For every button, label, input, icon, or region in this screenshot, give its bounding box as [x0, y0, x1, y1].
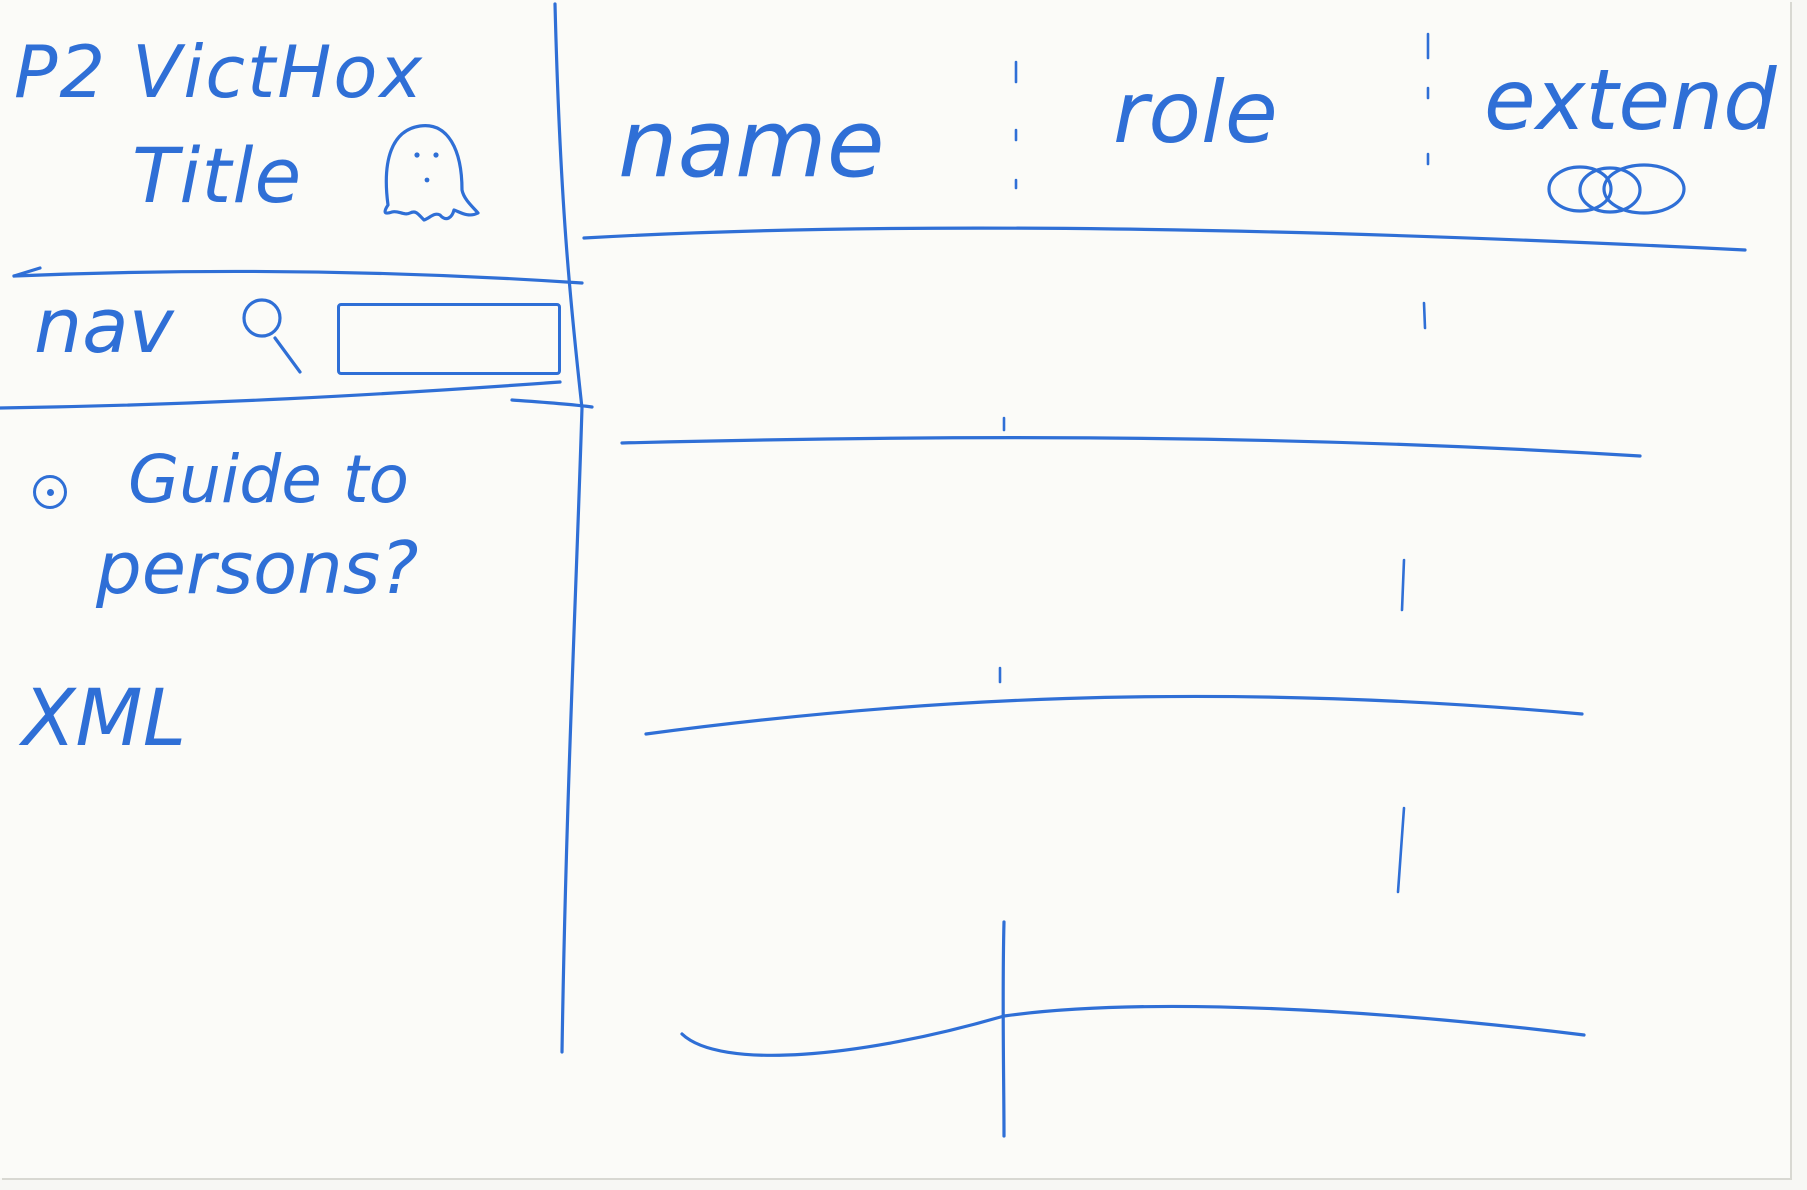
row-rule-3 — [680, 1004, 1586, 1057]
link-icon[interactable] — [1547, 163, 1686, 215]
search-icon[interactable] — [242, 298, 302, 374]
row-rule-2 — [644, 694, 1584, 736]
sidebar-divider — [553, 2, 584, 1054]
title-divider — [12, 269, 584, 285]
sketch-lines — [0, 2, 1747, 1138]
sketch-card: P2 VictHox Title nav Guide to persons? X… — [0, 0, 1790, 1178]
row-col-separator — [1001, 920, 1006, 1138]
nav-divider — [0, 380, 562, 410]
table-header-rule — [582, 226, 1747, 252]
ghost-icon — [383, 124, 480, 222]
row-rule-1 — [620, 436, 1642, 458]
